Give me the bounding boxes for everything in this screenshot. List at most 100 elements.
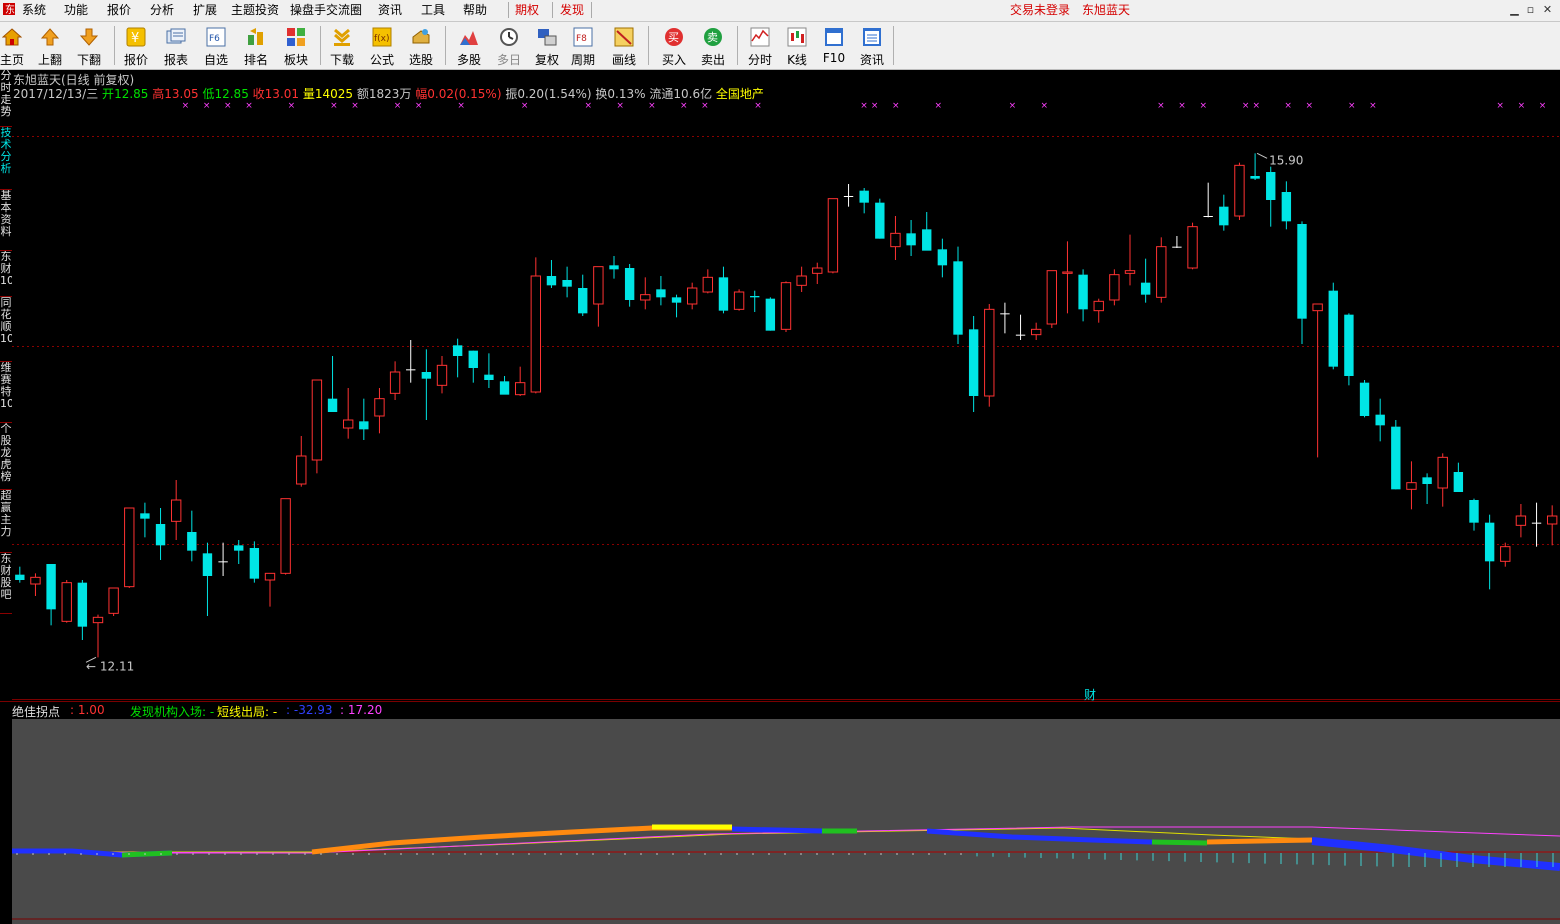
candlestick[interactable] (389, 361, 401, 400)
candlestick[interactable] (1219, 194, 1229, 231)
close-icon[interactable]: ✕ (1541, 3, 1554, 16)
price-chart-panel[interactable]: 东旭蓝天(日线 前复权) 2017/12/13/三 开12.85 高13.05 … (12, 70, 1560, 702)
candlestick[interactable] (436, 356, 448, 394)
minimize-icon[interactable]: ▁ (1508, 3, 1521, 16)
tab-basic-info[interactable]: 基本资料 (0, 190, 12, 251)
candlestick[interactable] (61, 580, 72, 623)
candlestick[interactable] (1515, 504, 1527, 538)
candlestick[interactable] (140, 502, 150, 538)
candlestick[interactable] (578, 274, 588, 316)
candlestick[interactable] (1422, 473, 1432, 504)
candlestick[interactable] (1234, 162, 1245, 220)
candlestick[interactable] (827, 198, 839, 274)
tab-technical-analysis[interactable]: 技术分析 (0, 127, 12, 190)
draw-line-button[interactable]: 画线 (605, 24, 643, 67)
candlestick[interactable] (640, 277, 651, 310)
candlestick[interactable] (468, 350, 478, 383)
candlestick[interactable] (1266, 166, 1276, 227)
region-label[interactable]: 全国地产 (716, 87, 764, 101)
favorites-button[interactable]: F6 自选 (197, 24, 235, 67)
candlestick[interactable] (1328, 282, 1338, 370)
candlestick[interactable] (342, 388, 354, 439)
candlestick[interactable] (968, 316, 979, 412)
candlestick[interactable] (1453, 462, 1464, 492)
candlestick[interactable] (1359, 380, 1370, 418)
menu-news[interactable]: 资讯 (378, 2, 402, 19)
candlestick[interactable] (1172, 236, 1182, 248)
candlestick[interactable] (656, 276, 666, 306)
news-button[interactable]: 资讯 (853, 24, 891, 67)
candlestick[interactable] (327, 356, 338, 412)
candlestick[interactable] (1546, 505, 1558, 546)
candlestick[interactable] (280, 498, 291, 575)
candlestick[interactable] (108, 587, 119, 616)
menu-help[interactable]: 帮助 (463, 2, 487, 19)
candlestick[interactable] (452, 338, 463, 378)
candlestick[interactable] (843, 184, 854, 207)
candlestick[interactable] (30, 573, 41, 596)
candlestick[interactable] (359, 398, 369, 440)
candlestick[interactable] (218, 542, 228, 576)
candlestick[interactable] (1140, 258, 1151, 303)
menu-analysis[interactable]: 分析 (150, 2, 174, 19)
candlestick[interactable] (733, 289, 745, 311)
sell-button[interactable]: 卖 卖出 (694, 24, 732, 67)
candlestick[interactable] (890, 216, 901, 260)
candlestick[interactable] (765, 297, 776, 331)
candlestick[interactable] (859, 188, 869, 214)
candlestick[interactable] (1406, 461, 1417, 510)
tab-main-force[interactable]: 超赢主力 (0, 490, 12, 553)
tab-dongcai-10[interactable]: 东财10 (0, 251, 12, 297)
tab-dragon-tiger-list[interactable]: 个股龙虎榜 (0, 423, 12, 490)
candlestick[interactable] (593, 266, 604, 327)
candlestick[interactable] (1500, 542, 1511, 567)
menu-discover[interactable]: 发现 (560, 2, 584, 19)
candlestick[interactable] (15, 566, 25, 583)
candlestick[interactable] (1093, 298, 1104, 323)
candlestick[interactable] (686, 282, 698, 310)
candlestick[interactable] (202, 542, 213, 616)
candlestick[interactable] (984, 304, 995, 407)
menu-tools[interactable]: 工具 (421, 2, 445, 19)
tab-intraday-trend[interactable]: 分时走势 (0, 70, 12, 127)
candlestick[interactable] (1250, 153, 1260, 180)
candlestick[interactable] (546, 260, 557, 288)
candlestick[interactable] (1281, 181, 1292, 230)
menu-quote[interactable]: 报价 (107, 2, 131, 19)
ranking-button[interactable]: 排名 (237, 24, 275, 67)
candlestick[interactable] (906, 220, 916, 256)
candlestick[interactable] (249, 541, 260, 583)
candlestick[interactable] (234, 540, 244, 564)
indicator-name[interactable]: 绝佳拐点 (12, 703, 60, 720)
stock-picker-button[interactable]: 选股 (402, 24, 440, 67)
multi-stock-button[interactable]: 多股 (450, 24, 488, 67)
candlestick[interactable] (1015, 314, 1026, 340)
tab-stock-forum[interactable]: 东财股吧 (0, 553, 12, 614)
candlestick[interactable] (311, 379, 323, 474)
candlestick[interactable] (1062, 241, 1073, 314)
candlestick[interactable] (1187, 222, 1198, 270)
candlestick[interactable] (796, 266, 807, 292)
indicator-chart[interactable] (12, 719, 1560, 924)
candlestick[interactable] (562, 266, 572, 298)
candlestick[interactable] (296, 436, 307, 487)
quote-button[interactable]: ¥ 报价 (117, 24, 155, 67)
page-down-button[interactable]: 下翻 (70, 24, 108, 67)
download-button[interactable]: 下载 (323, 24, 361, 67)
candlestick[interactable] (499, 376, 510, 395)
candlestick[interactable] (1437, 453, 1448, 507)
maximize-icon[interactable]: ▫ (1524, 3, 1537, 16)
candlestick[interactable] (1046, 270, 1058, 328)
sector-button[interactable]: 板块 (277, 24, 315, 67)
tab-tonghuashun-10[interactable]: 同花顺10 (0, 297, 12, 362)
candlestick[interactable] (187, 510, 197, 562)
candlestick[interactable] (1469, 498, 1479, 531)
candlestick[interactable] (1078, 269, 1088, 322)
trade-login-status[interactable]: 交易未登录 (1010, 2, 1070, 19)
candlestick[interactable] (750, 290, 760, 312)
candlestick[interactable] (46, 564, 56, 626)
candlestick[interactable] (609, 256, 619, 279)
candlestick[interactable] (1030, 322, 1042, 340)
candlestick[interactable] (264, 572, 276, 607)
candlestick[interactable] (170, 480, 182, 540)
